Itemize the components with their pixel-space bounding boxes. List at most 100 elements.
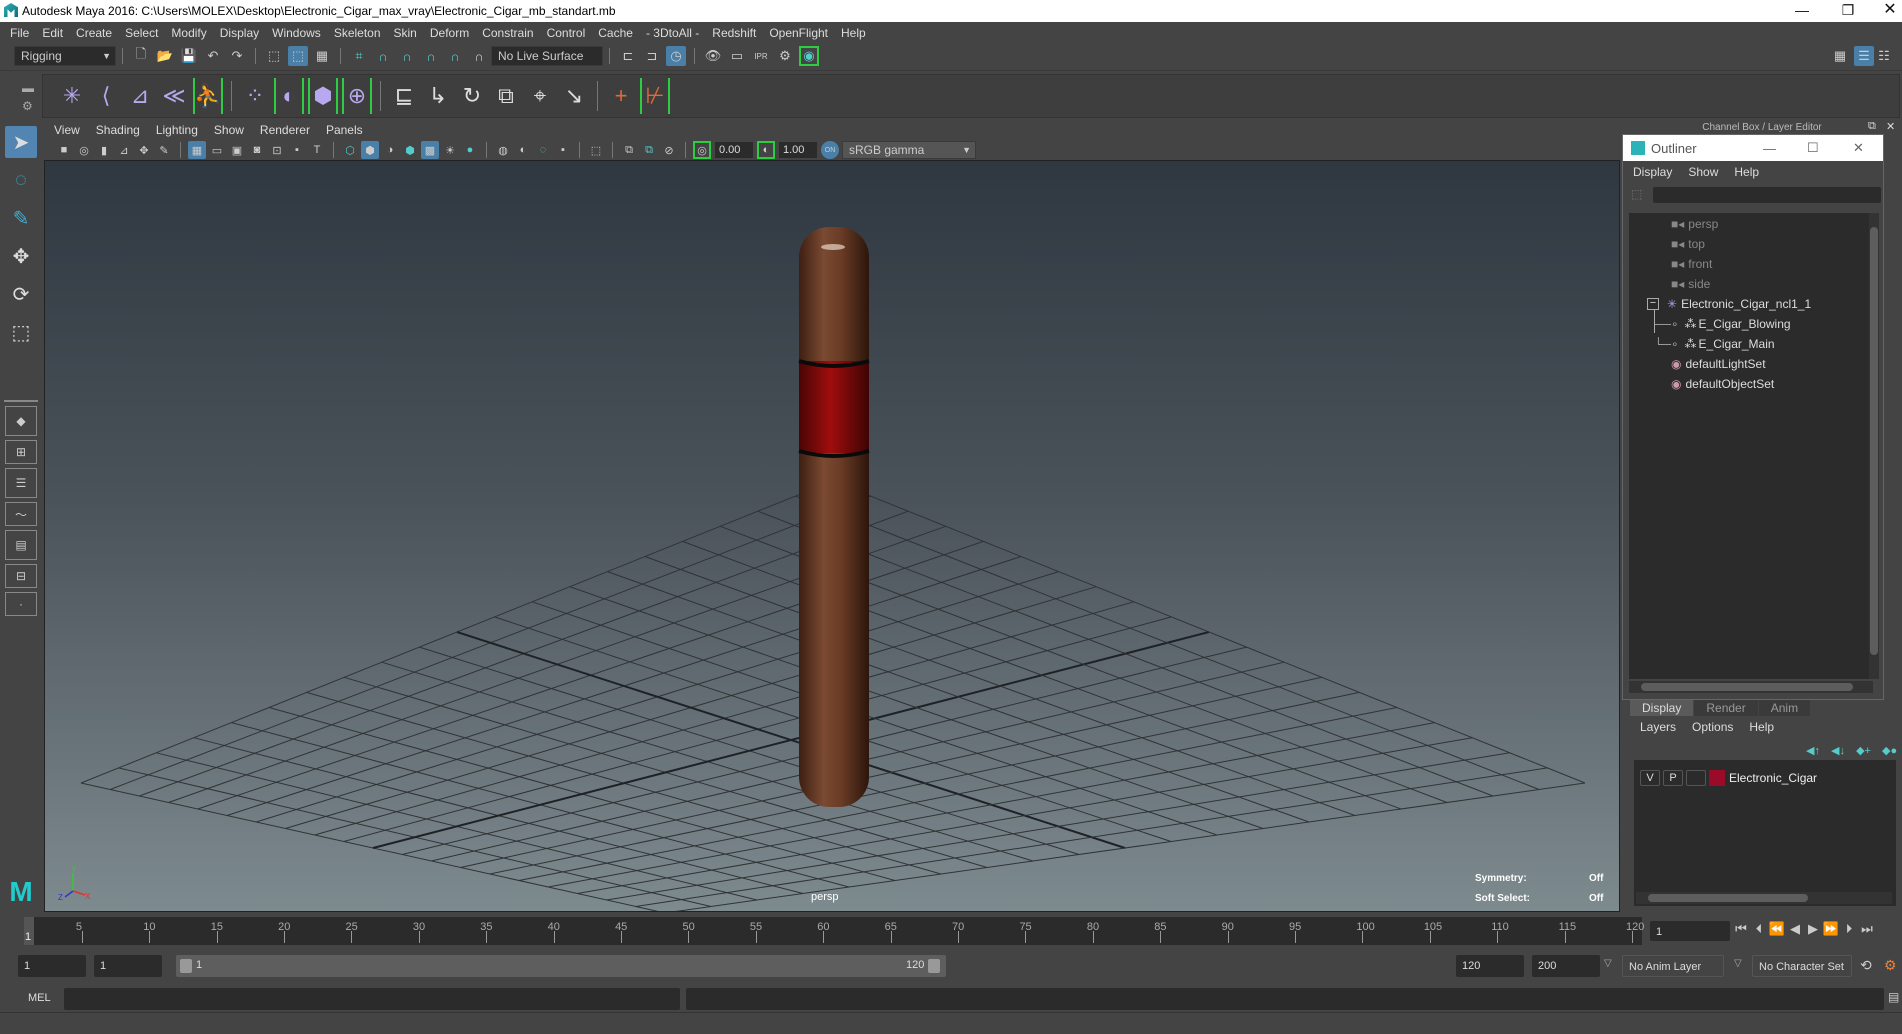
panel-menu-renderer[interactable]: Renderer [260,123,310,137]
exposure-field[interactable]: 0.00 [715,142,753,158]
tab-display[interactable]: Display [1630,700,1694,716]
play-forwards-icon[interactable]: ▶ [1804,921,1822,937]
hypershade-layout-icon[interactable]: ▤ [5,530,37,560]
menu-control[interactable]: Control [547,26,586,40]
point-constraint-icon[interactable]: ↳ [423,78,453,114]
create-empty-layer-icon[interactable]: ◆+ [1856,745,1871,757]
menu-create[interactable]: Create [76,26,112,40]
shelf-menu-icon[interactable]: ▬ [22,81,34,95]
outliner-menu-display[interactable]: Display [1633,165,1672,179]
move-layer-down-icon[interactable]: ◀↓ [1831,745,1845,757]
panel-menu-shading[interactable]: Shading [96,123,140,137]
menu-select[interactable]: Select [125,26,158,40]
outliner-vertical-scrollbar[interactable] [1869,213,1879,679]
xray-icon[interactable]: ⧉ [620,141,638,159]
scrollbar-thumb[interactable] [1641,683,1853,691]
default-material-icon[interactable]: ◑ [381,141,399,159]
redo-icon[interactable]: ↷ [227,46,247,66]
depth-of-field-icon[interactable]: ▪ [554,141,572,159]
outliner-persp-layout-icon[interactable]: ☰ [5,468,37,498]
shelf-settings-icon[interactable]: ⚙ [22,99,33,113]
new-scene-icon[interactable]: 🗋 [131,46,151,66]
maximize-button[interactable]: ☐ [1807,140,1819,156]
menu-skeleton[interactable]: Skeleton [334,26,381,40]
tab-render[interactable]: Render [1694,700,1758,716]
outliner-item-persp[interactable]: ■◂ persp [1671,215,1718,233]
step-back-frame-icon[interactable]: ⏴ [1750,921,1768,937]
open-scene-icon[interactable]: 📂 [155,46,175,66]
restore-button[interactable]: ❐ [1828,0,1868,22]
color-management-toggle-icon[interactable]: ON [821,141,839,159]
close-panel-icon[interactable]: ✕ [1886,120,1895,133]
input-ops-icon[interactable]: ⊏ [618,46,638,66]
bookmark-icon[interactable]: ▮ [95,141,113,159]
layout-more-icon[interactable]: · [5,592,37,616]
anim-layer-chevron-icon[interactable]: ▽ [1604,958,1612,969]
screen-space-ao-icon[interactable]: ◍ [494,141,512,159]
camera-select-icon[interactable]: ■ [55,141,73,159]
select-tool-icon[interactable]: ➤ [5,126,37,158]
cigar-model[interactable] [798,227,870,807]
gamma-icon[interactable]: ◐ [757,141,775,159]
character-set-dropdown[interactable]: No Character Set [1752,955,1852,977]
gamma-field[interactable]: 1.00 [779,142,817,158]
make-live-icon[interactable]: ∩ [469,46,489,66]
menu-file[interactable]: File [10,26,29,40]
menu-help[interactable]: Help [841,26,866,40]
character-set-chevron-icon[interactable]: ▽ [1734,958,1742,969]
rotate-tool-icon[interactable]: ⟳ [5,278,37,310]
minimize-button[interactable]: — [1763,141,1776,156]
parent-constraint-icon[interactable]: ⊑ [389,78,419,114]
tab-anim[interactable]: Anim [1758,700,1811,716]
select-component-icon[interactable]: ▦ [312,46,332,66]
hypershade-icon[interactable]: ◉ [799,46,819,66]
close-button[interactable]: ✕ [1853,140,1864,156]
use-all-lights-icon[interactable]: ☀ [441,141,459,159]
menu-windows[interactable]: Windows [272,26,321,40]
move-layer-up-icon[interactable]: ◀↑ [1806,745,1820,757]
snap-point-icon[interactable]: ∩ [397,46,417,66]
menu-edit[interactable]: Edit [42,26,63,40]
pole-vector-icon[interactable]: ↘ [559,78,589,114]
scale-constraint-icon[interactable]: ⧉ [491,78,521,114]
outliner-item-top[interactable]: ■◂ top [1671,235,1705,253]
snap-grid-icon[interactable]: ⌗ [349,46,369,66]
xray-joints-icon[interactable]: ⧉ [640,141,658,159]
image-plane-icon[interactable]: ⊿ [115,141,133,159]
close-button[interactable]: ✕ [1870,0,1902,22]
play-backwards-icon[interactable]: ◀ [1786,921,1804,937]
safe-title-icon[interactable]: T [308,141,326,159]
outliner-item-default-light-set[interactable]: ◉ defaultLightSet [1671,355,1766,373]
go-to-start-icon[interactable]: ⏮ [1732,921,1750,937]
outliner-item-front[interactable]: ■◂ front [1671,255,1712,273]
film-gate-icon[interactable]: ▭ [208,141,226,159]
snap-view-plane-icon[interactable]: ∩ [421,46,441,66]
aim-constraint-icon[interactable]: ⌖ [525,78,555,114]
layer-menu-layers[interactable]: Layers [1640,720,1676,734]
command-input[interactable] [64,988,680,1010]
outliner-menu-show[interactable]: Show [1688,165,1718,179]
menu-display[interactable]: Display [220,26,259,40]
menu-redshift[interactable]: Redshift [712,26,756,40]
custom-layout-icon[interactable]: ⊟ [5,564,37,588]
outliner-item-e-cigar-main[interactable]: └─∘ ⁂ E_Cigar_Main [1654,335,1775,353]
current-frame-field[interactable]: 1 [1650,921,1730,941]
graph-editor-layout-icon[interactable]: 〜 [5,502,37,526]
single-pane-layout-icon[interactable]: ◆ [5,406,37,436]
layer-menu-help[interactable]: Help [1749,720,1774,734]
layer-menu-options[interactable]: Options [1692,720,1733,734]
safe-action-icon[interactable]: ▪ [288,141,306,159]
render-frame-icon[interactable]: ▭ [727,46,747,66]
cigar-band[interactable] [799,361,869,453]
anti-aliasing-icon[interactable]: ◌ [534,141,552,159]
ik-handle-icon[interactable]: ⟨ [91,78,121,114]
insert-joint-icon[interactable]: ≪ [159,78,189,114]
lattice-icon[interactable]: ⬢ [308,78,338,114]
paint-weights-icon[interactable]: ⁘ [240,78,270,114]
paint-select-tool-icon[interactable]: ✎ [5,202,37,234]
collapse-toggle-icon[interactable]: − [1647,298,1659,310]
snap-surface-icon[interactable]: ∩ [445,46,465,66]
gate-mask-icon[interactable]: ◙ [248,141,266,159]
panel-menu-lighting[interactable]: Lighting [156,123,198,137]
outliner-search-input[interactable] [1653,187,1881,203]
